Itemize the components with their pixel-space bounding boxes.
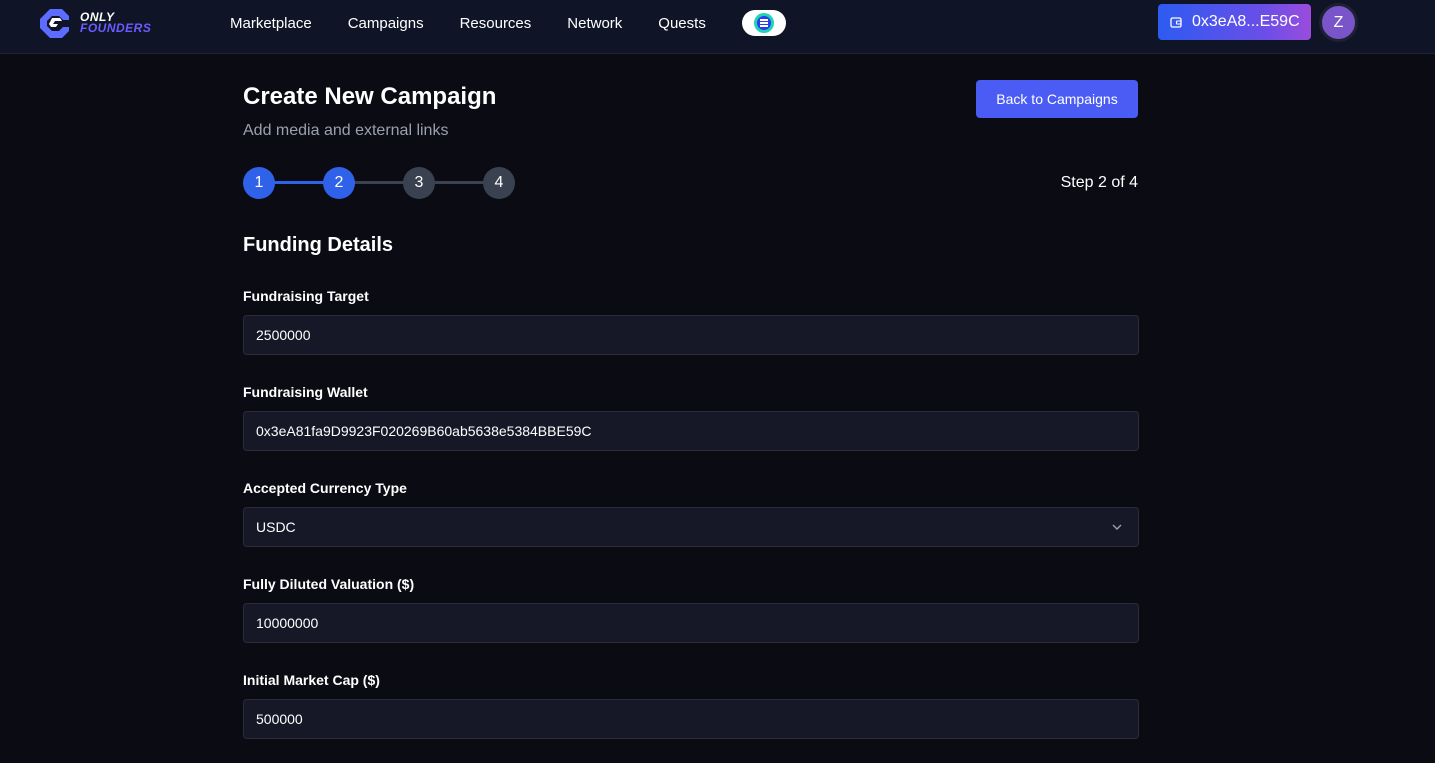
onlyfounders-logo[interactable]: ONLY FOUNDERS [36,7,168,39]
fundraising-target-input[interactable]: 2500000 [243,315,1139,355]
avatar-initial: Z [1333,13,1344,31]
currency-type-select[interactable]: USDC [243,507,1139,547]
step-4[interactable]: 4 [483,167,515,199]
campaign-stepper: 1 2 3 4 [243,167,515,199]
currency-type-label: Accepted Currency Type [243,480,407,496]
initial-market-cap-label: Initial Market Cap ($) [243,672,380,688]
nav-marketplace[interactable]: Marketplace [230,15,312,32]
nav-campaigns[interactable]: Campaigns [348,15,424,32]
fdv-input[interactable]: 10000000 [243,603,1139,643]
step-3[interactable]: 3 [403,167,435,199]
wallet-button[interactable]: 0x3eA8...E59C [1158,4,1311,40]
section-title: Funding Details [243,234,393,256]
nav-quests[interactable]: Quests [658,15,706,32]
fundraising-wallet-input[interactable]: 0x3eA81fa9D9923F020269B60ab5638e5384BBE5… [243,411,1139,451]
logo-line-2: FOUNDERS [80,21,152,35]
currency-type-value: USDC [256,519,296,535]
top-navigation-bar: ONLY FOUNDERS Marketplace Campaigns Reso… [0,0,1435,54]
fdv-label: Fully Diluted Valuation ($) [243,576,415,592]
logo-mark-icon [40,9,69,38]
initial-market-cap-input[interactable]: 500000 [243,699,1139,739]
chevron-down-icon [1112,524,1122,530]
wallet-icon [1170,17,1182,28]
step-2[interactable]: 2 [323,167,355,199]
chain-logo-icon [753,13,774,33]
step-indicator: Step 2 of 4 [1060,174,1138,191]
nav-resources[interactable]: Resources [460,15,532,32]
user-avatar[interactable]: Z [1319,3,1358,42]
wallet-address: 0x3eA8...E59C [1192,13,1300,30]
main-nav: Marketplace Campaigns Resources Network … [230,0,786,46]
network-switch-button[interactable] [741,10,786,36]
fundraising-wallet-label: Fundraising Wallet [243,384,368,400]
page-title: Create New Campaign [243,83,497,110]
back-to-campaigns-button[interactable]: Back to Campaigns [976,80,1138,118]
logo-wordmark: ONLY FOUNDERS [80,11,152,35]
nav-network[interactable]: Network [567,15,622,32]
fundraising-target-label: Fundraising Target [243,288,369,304]
page-subtitle: Add media and external links [243,122,449,139]
step-1[interactable]: 1 [243,167,275,199]
